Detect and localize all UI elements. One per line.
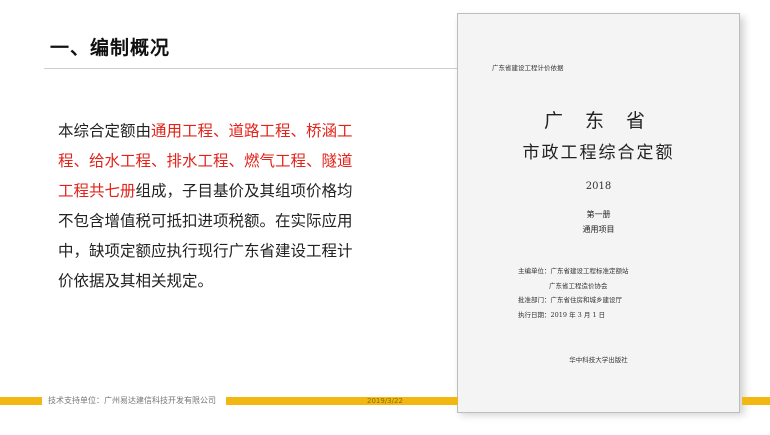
footer-accent-bar-middle xyxy=(226,397,458,405)
book-editor-line2: 广东省工程造价协会 xyxy=(549,281,608,290)
book-cover-image: 广东省建设工程计价依据 广 东 省 市政工程综合定额 2018 第一册 通用项目… xyxy=(457,13,740,413)
book-volume-name: 通用项目 xyxy=(582,225,615,234)
book-publisher: 华中科技大学出版社 xyxy=(569,356,628,364)
book-title: 市政工程综合定额 xyxy=(522,143,675,163)
footer-company: 技术支持单位：广州易达建信科技开发有限公司 xyxy=(48,396,216,405)
book-info-block: 主编单位：广东省建设工程标准定额站 广东省工程造价协会 批准部门：广东省住房和城… xyxy=(518,264,629,322)
book-effective-date: 执行日期：2019 年 3 月 1 日 xyxy=(518,310,606,319)
book-year: 2018 xyxy=(585,181,612,192)
book-series-label: 广东省建设工程计价依据 xyxy=(492,64,564,72)
footer-date: 2019/3/22 xyxy=(367,397,403,405)
book-editor-line1: 主编单位：广东省建设工程标准定额站 xyxy=(518,267,629,275)
book-volume: 第一册 xyxy=(586,210,611,219)
body-text-part1: 本综合定额由 xyxy=(58,122,152,140)
footer-accent-bar-right xyxy=(742,397,770,405)
body-paragraph: 本综合定额由通用工程、道路工程、桥涵工程、给水工程、排水工程、燃气工程、隧道工程… xyxy=(58,116,358,296)
book-approver: 批准部门：广东省住房和城乡建设厅 xyxy=(518,296,622,304)
title-divider xyxy=(44,68,464,69)
slide-title: 一、编制概况 xyxy=(50,37,171,59)
book-province: 广 东 省 xyxy=(543,110,654,132)
slide: 一、编制概况 本综合定额由通用工程、道路工程、桥涵工程、给水工程、排水工程、燃气… xyxy=(0,0,770,435)
footer-accent-bar-left xyxy=(0,397,42,405)
